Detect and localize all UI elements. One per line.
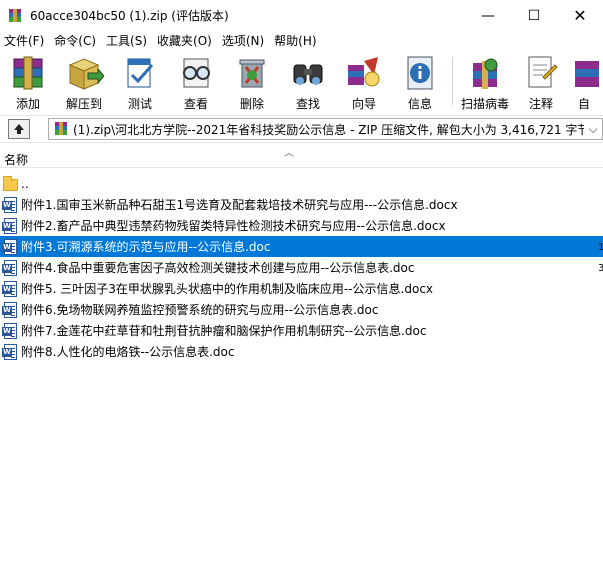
delete-label: 删除 xyxy=(239,97,264,111)
view-button[interactable]: 查看 xyxy=(168,51,224,113)
address-bar: (1).zip\河北北方学院--2021年省科技奖励公示信息 - ZIP 压缩文… xyxy=(0,115,603,143)
folder-icon xyxy=(3,175,19,192)
info-label: 信息 xyxy=(407,97,432,111)
scan-virus-icon xyxy=(465,55,505,91)
toolbar: 添加 解压到 测试 查看 删除 查找 向导 信息 扫描病毒 注释 自 xyxy=(0,51,603,113)
window-title: 60acce304bc50 (1).zip (评估版本) xyxy=(30,9,229,23)
list-item[interactable]: 附件8.人性化的电烙铁--公示信息表.doc xyxy=(0,341,603,362)
extract-to-button[interactable]: 解压到 xyxy=(56,51,112,113)
list-item-selected[interactable]: 附件3.可溯源系统的示范与应用--公示信息.doc xyxy=(0,236,603,257)
file-name: 附件8.人性化的电烙铁--公示信息表.doc xyxy=(21,345,235,359)
list-header: 名称 ︿ xyxy=(0,144,603,168)
maximize-button[interactable]: ☐ xyxy=(511,0,557,31)
test-icon xyxy=(120,55,160,91)
minimize-button[interactable]: — xyxy=(465,0,511,31)
chevron-down-icon[interactable]: ⌵ xyxy=(584,122,602,137)
find-icon xyxy=(288,55,328,91)
word-doc-icon xyxy=(2,280,19,297)
info-icon xyxy=(400,55,440,91)
sfx-label: 自 xyxy=(577,97,590,111)
word-doc-icon xyxy=(2,238,19,255)
scan-virus-button[interactable]: 扫描病毒 xyxy=(457,51,513,113)
file-name: 附件4.食品中重要危害因子高效检测关键技术创建与应用--公示信息表.doc xyxy=(21,261,415,275)
arrow-up-icon xyxy=(14,124,24,134)
list-item[interactable]: 附件1.国审玉米新品种石甜玉1号选育及配套栽培技术研究与应用---公示信息.do… xyxy=(0,194,603,215)
file-name: .. xyxy=(21,176,29,191)
file-name: 附件3.可溯源系统的示范与应用--公示信息.doc xyxy=(21,240,271,254)
title-bar: 60acce304bc50 (1).zip (评估版本) — ☐ ✕ xyxy=(0,0,603,31)
toolbar-separator xyxy=(452,57,453,105)
sort-ascending-icon: ︿ xyxy=(284,148,294,159)
add-archive-icon xyxy=(8,55,48,91)
add-button[interactable]: 添加 xyxy=(0,51,56,113)
comment-icon xyxy=(521,55,561,91)
info-button[interactable]: 信息 xyxy=(392,51,448,113)
comment-label: 注释 xyxy=(528,97,553,111)
sfx-button[interactable]: 自 xyxy=(569,51,599,113)
truncated-column-value: 1 xyxy=(598,242,603,253)
list-item[interactable]: 附件6.免场物联网养殖监控预警系统的研究与应用--公示信息表.doc xyxy=(0,299,603,320)
list-item-parent-folder[interactable]: .. xyxy=(0,173,603,194)
file-name: 附件5. 三叶因子3在甲状腺乳头状癌中的作用机制及临床应用--公示信息.docx xyxy=(21,282,434,296)
find-label: 查找 xyxy=(295,97,320,111)
list-item[interactable]: 附件7.金莲花中荭草苷和牡荆苷抗肿瘤和脑保护作用机制研究--公示信息.doc xyxy=(0,320,603,341)
find-button[interactable]: 查找 xyxy=(280,51,336,113)
file-name: 附件2.畜产品中典型违禁药物残留类特异性检测技术研究与应用--公示信息.docx xyxy=(21,219,446,233)
menu-file[interactable]: 文件(F) xyxy=(0,32,50,49)
column-name-header[interactable]: 名称 xyxy=(4,151,28,168)
address-field[interactable]: (1).zip\河北北方学院--2021年省科技奖励公示信息 - ZIP 压缩文… xyxy=(48,118,603,140)
wizard-icon xyxy=(344,55,384,91)
file-name: 附件7.金莲花中荭草苷和牡荆苷抗肿瘤和脑保护作用机制研究--公示信息.doc xyxy=(21,324,427,338)
add-label: 添加 xyxy=(15,97,40,111)
scan-virus-label: 扫描病毒 xyxy=(460,97,509,111)
view-label: 查看 xyxy=(183,97,208,111)
list-item[interactable]: 附件5. 三叶因子3在甲状腺乳头状癌中的作用机制及临床应用--公示信息.docx xyxy=(0,278,603,299)
view-icon xyxy=(176,55,216,91)
comment-button[interactable]: 注释 xyxy=(513,51,569,113)
word-doc-icon xyxy=(2,301,19,318)
wizard-button[interactable]: 向导 xyxy=(336,51,392,113)
test-label: 测试 xyxy=(127,97,152,111)
close-button[interactable]: ✕ xyxy=(557,0,603,31)
word-doc-icon xyxy=(2,259,19,276)
list-item[interactable]: 附件2.畜产品中典型违禁药物残留类特异性检测技术研究与应用--公示信息.docx xyxy=(0,215,603,236)
delete-button[interactable]: 删除 xyxy=(224,51,280,113)
menu-commands[interactable]: 命令(C) xyxy=(50,32,102,49)
menu-favorites[interactable]: 收藏夹(O) xyxy=(153,32,218,49)
menu-options[interactable]: 选项(N) xyxy=(218,32,270,49)
list-item[interactable]: 附件4.食品中重要危害因子高效检测关键技术创建与应用--公示信息表.doc xyxy=(0,257,603,278)
menu-bar: 文件(F) 命令(C) 工具(S) 收藏夹(O) 选项(N) 帮助(H) xyxy=(0,31,603,50)
truncated-column-value: 3 xyxy=(598,263,603,274)
address-path: (1).zip\河北北方学院--2021年省科技奖励公示信息 - ZIP 压缩文… xyxy=(73,122,584,137)
menu-help[interactable]: 帮助(H) xyxy=(270,32,322,49)
archive-icon xyxy=(53,122,69,136)
word-doc-icon xyxy=(2,196,19,213)
file-name: 附件6.免场物联网养殖监控预警系统的研究与应用--公示信息表.doc xyxy=(21,303,379,317)
sfx-icon xyxy=(569,55,599,91)
up-folder-button[interactable] xyxy=(8,119,30,139)
file-name: 附件1.国审玉米新品种石甜玉1号选育及配套栽培技术研究与应用---公示信息.do… xyxy=(21,198,458,212)
word-doc-icon xyxy=(2,217,19,234)
test-button[interactable]: 测试 xyxy=(112,51,168,113)
delete-icon xyxy=(232,55,272,91)
extract-to-icon xyxy=(64,55,105,91)
winrar-app-icon[interactable] xyxy=(7,8,23,24)
menu-tools[interactable]: 工具(S) xyxy=(102,32,153,49)
wizard-label: 向导 xyxy=(351,97,376,111)
file-list: .. 附件1.国审玉米新品种石甜玉1号选育及配套栽培技术研究与应用---公示信息… xyxy=(0,170,603,566)
extract-to-label: 解压到 xyxy=(65,97,102,111)
word-doc-icon xyxy=(2,322,19,339)
word-doc-icon xyxy=(2,343,19,360)
